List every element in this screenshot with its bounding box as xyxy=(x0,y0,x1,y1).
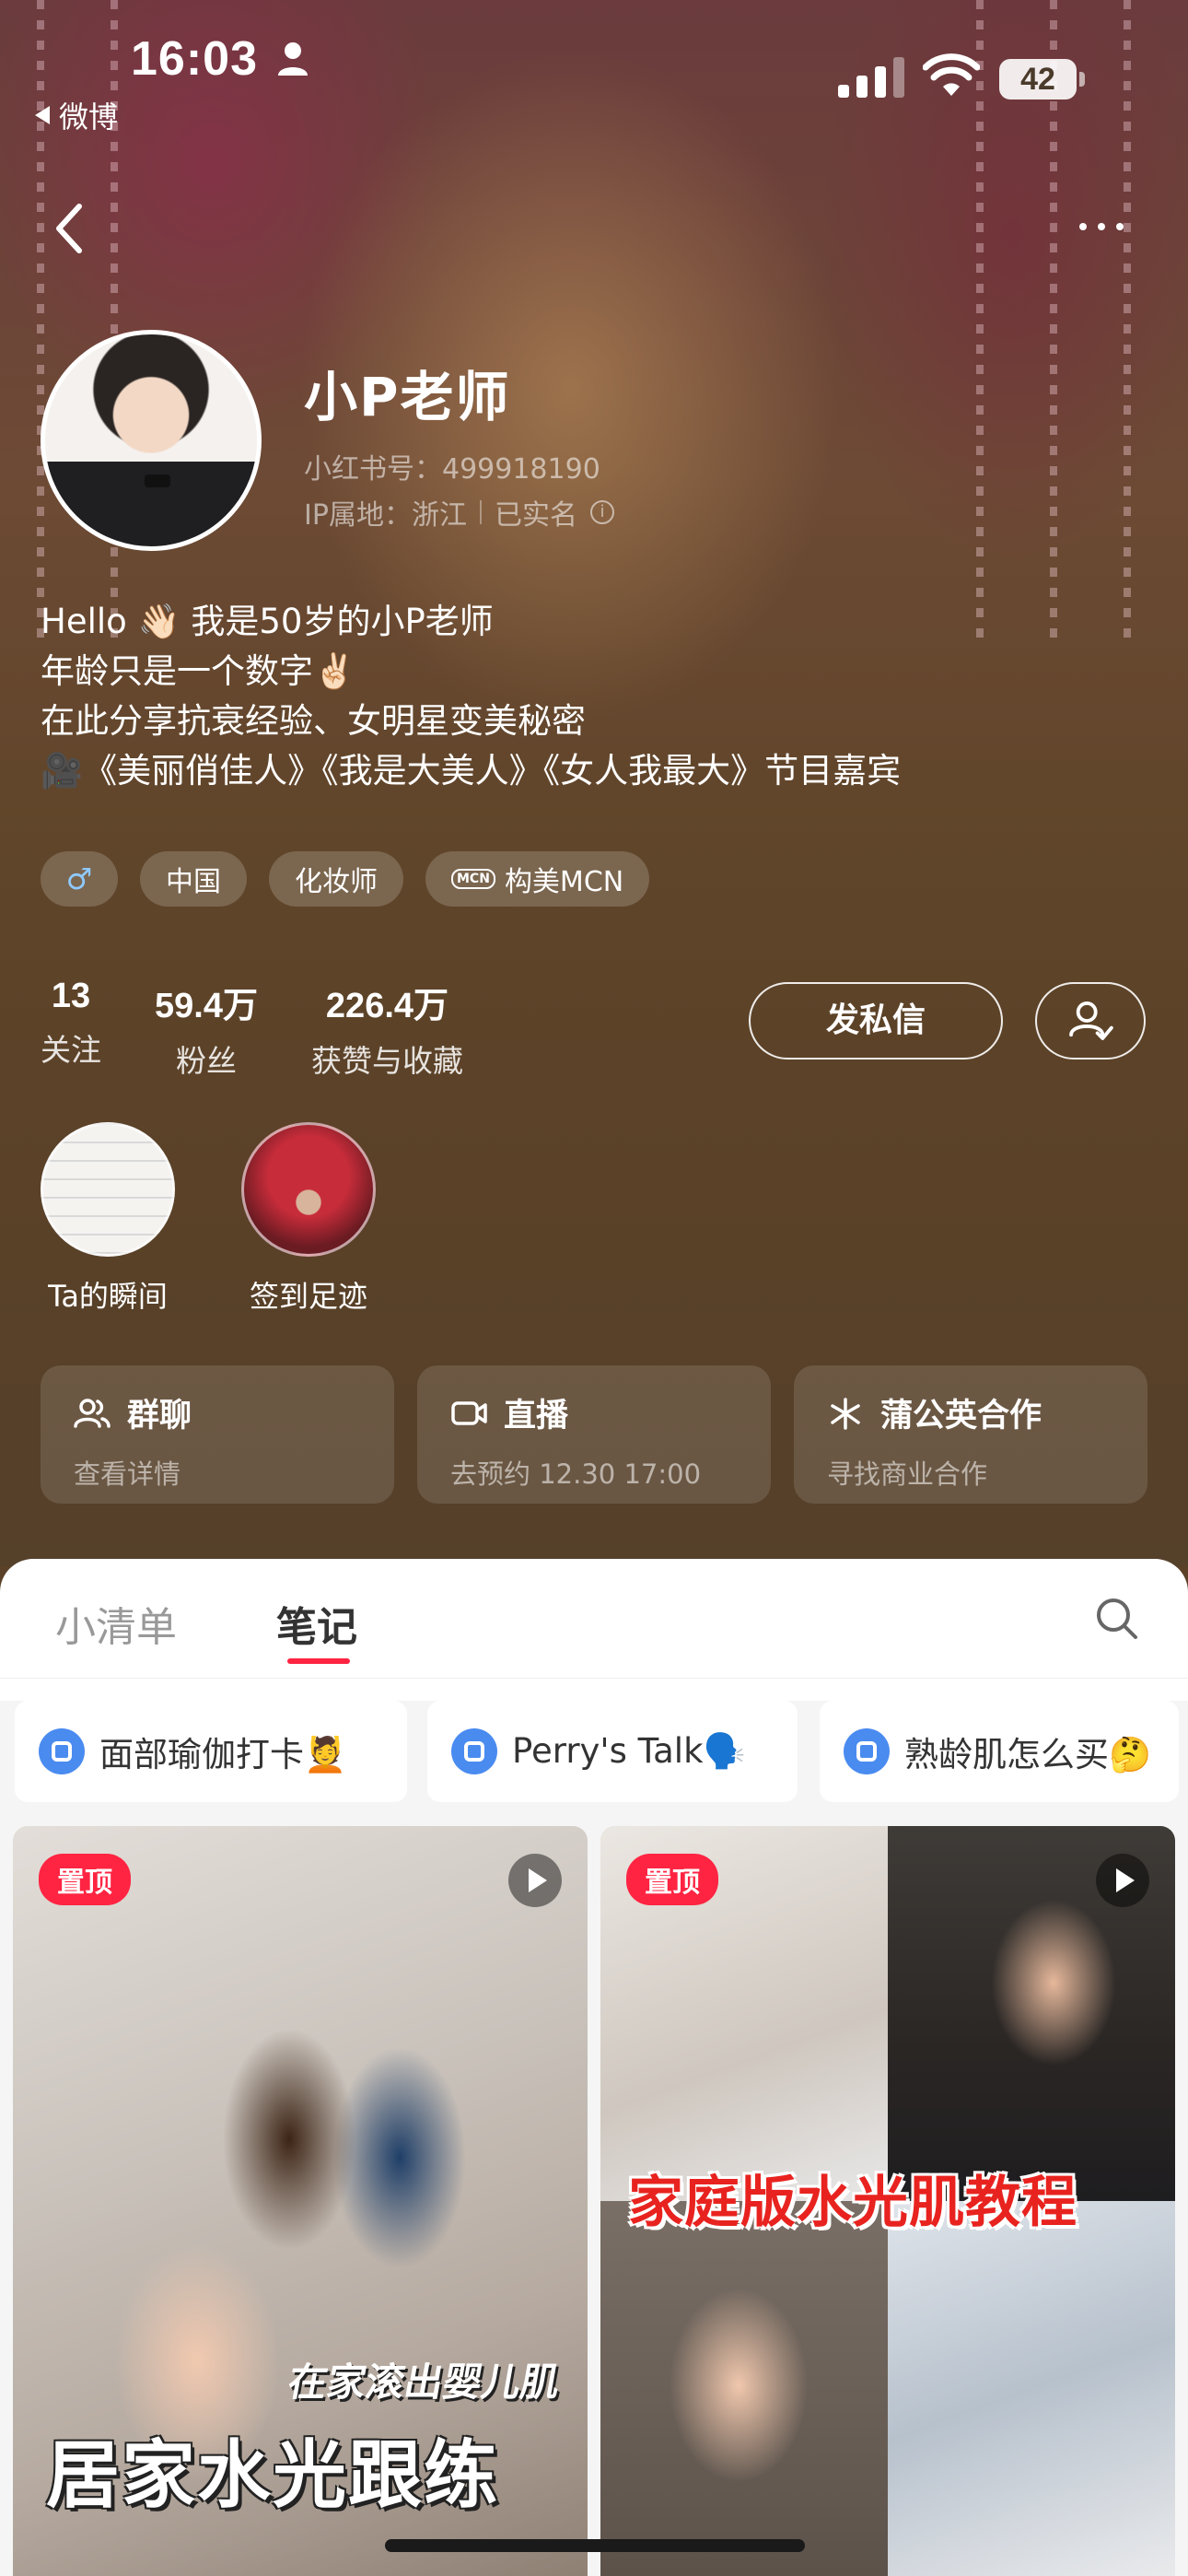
highlight-label: Ta的瞬间 xyxy=(48,1279,168,1314)
collection-icon xyxy=(451,1728,497,1774)
job-tag: 化妆师 xyxy=(269,851,403,907)
gender-tag: ♂ xyxy=(41,851,118,907)
stat-label: 关注 xyxy=(41,1032,101,1068)
collection-icon xyxy=(39,1728,85,1774)
feature-subtitle: 去预约 12.30 17:00 xyxy=(450,1458,702,1490)
bio-line: Hello 👋🏻 我是50岁的小P老师 xyxy=(41,602,494,641)
group-chat-card[interactable]: 群聊 查看详情 xyxy=(41,1365,394,1504)
collections-row: 面部瑜伽打卡💆 Perry's Talk🗣️ 熟龄肌怎么买🤔 xyxy=(0,1701,1188,1821)
dandelion-icon xyxy=(831,1397,860,1430)
user-check-icon xyxy=(1069,1001,1113,1040)
content-tabs: 小清单 笔记 xyxy=(0,1559,1188,1679)
profile-tags: ♂ 中国 化妆师 MCN 构美MCN xyxy=(41,851,650,907)
bio-line: 🎥《美丽俏佳人》《我是大美人》《女人我最大》节目嘉宾 xyxy=(41,751,902,790)
collection-chip[interactable]: 熟龄肌怎么买🤔 xyxy=(820,1701,1179,1802)
bio-line: 年龄只是一个数字✌🏻 xyxy=(41,651,356,691)
back-arrow-icon[interactable] xyxy=(52,201,88,256)
note-cover-subtitle: 在家滚出婴儿肌 xyxy=(285,2359,564,2405)
tab-list[interactable]: 小清单 xyxy=(55,1594,177,1653)
verified-label: 已实名 xyxy=(494,499,577,532)
stat-value: 226.4万 xyxy=(325,987,449,1025)
highlight-moments[interactable]: Ta的瞬间 xyxy=(39,1122,177,1316)
home-indicator[interactable] xyxy=(385,2539,805,2552)
collection-label: 面部瑜伽打卡💆 xyxy=(99,1735,347,1774)
redbook-id: 小红书号：499918190 xyxy=(304,453,600,486)
content-sheet: 小清单 笔记 面部瑜伽打卡💆 Perry's Talk🗣️ 熟龄肌怎么买🤔 置顶… xyxy=(0,1559,1188,2576)
feature-title: 群聊 xyxy=(127,1398,192,1434)
wifi-icon xyxy=(923,53,980,96)
stat-value: 59.4万 xyxy=(155,987,258,1025)
cover-photo xyxy=(888,2201,1175,2576)
followed-user-button[interactable] xyxy=(1035,982,1146,1060)
highlight-thumbnail xyxy=(41,1122,175,1257)
stat-label: 获赞与收藏 xyxy=(310,1043,463,1079)
back-to-app-link[interactable]: 微博 xyxy=(35,94,118,136)
mcn-tag[interactable]: MCN 构美MCN xyxy=(425,851,650,907)
pinned-badge: 置顶 xyxy=(39,1854,131,1905)
feature-subtitle: 查看详情 xyxy=(74,1458,181,1490)
collection-label: Perry's Talk🗣️ xyxy=(512,1731,746,1771)
info-icon[interactable]: i xyxy=(589,500,614,524)
send-message-button[interactable]: 发私信 xyxy=(749,982,1003,1060)
battery-indicator: 42 xyxy=(999,59,1077,100)
status-time: 16:03 xyxy=(131,32,258,86)
search-icon[interactable] xyxy=(1094,1596,1140,1642)
stat-value: 13 xyxy=(51,977,91,1015)
note-card[interactable]: 置顶 家庭版水光肌教程 xyxy=(600,1826,1175,2576)
highlight-label: 签到足迹 xyxy=(249,1279,367,1314)
mcn-badge-icon: MCN xyxy=(451,869,495,889)
ip-location-line: IP属地：浙江 已实名 i xyxy=(304,492,614,533)
collection-chip[interactable]: Perry's Talk🗣️ xyxy=(427,1701,798,1802)
back-triangle-icon xyxy=(35,106,50,124)
feature-title: 蒲公英合作 xyxy=(880,1398,1042,1434)
cover-photo xyxy=(600,2201,888,2576)
stat-likes-collections[interactable]: 226.4万 获赞与收藏 xyxy=(311,977,463,1081)
highlight-thumbnail xyxy=(241,1122,376,1257)
status-bar: 16:03 微博 42 xyxy=(0,0,1188,138)
back-app-label: 微博 xyxy=(59,100,119,135)
ip-location: IP属地：浙江 xyxy=(304,499,467,532)
battery-tip xyxy=(1079,72,1085,87)
cellular-signal-icon xyxy=(838,57,904,98)
avatar[interactable] xyxy=(41,330,262,551)
profile-stats: 13 关注 59.4万 粉丝 226.4万 获赞与收藏 xyxy=(41,977,463,1081)
dandelion-cooperation-card[interactable]: 蒲公英合作 寻找商业合作 xyxy=(794,1365,1147,1504)
highlight-checkin[interactable]: 签到足迹 xyxy=(239,1122,378,1316)
live-card[interactable]: 直播 去预约 12.30 17:00 xyxy=(417,1365,771,1504)
person-icon xyxy=(278,42,308,76)
live-icon xyxy=(451,1400,487,1425)
feature-title: 直播 xyxy=(504,1398,569,1434)
profile-name: 小P老师 xyxy=(304,366,511,428)
pinned-badge: 置顶 xyxy=(626,1854,718,1905)
active-tab-indicator xyxy=(287,1658,350,1664)
bio: Hello 👋🏻 我是50岁的小P老师 年龄只是一个数字✌🏻 在此分享抗衰经验、… xyxy=(41,597,901,796)
divider xyxy=(479,500,482,524)
stat-label: 粉丝 xyxy=(175,1043,237,1079)
note-cover-title: 家庭版水光肌教程 xyxy=(628,2171,1077,2235)
group-icon xyxy=(74,1398,111,1428)
video-play-icon xyxy=(508,1854,562,1907)
note-cover-title: 居家水光跟练 xyxy=(46,2432,499,2518)
tab-notes[interactable]: 笔记 xyxy=(276,1594,357,1653)
note-card[interactable]: 置顶 在家滚出婴儿肌 居家水光跟练 xyxy=(13,1826,588,2576)
country-tag: 中国 xyxy=(140,851,247,907)
collection-label: 熟龄肌怎么买🤔 xyxy=(904,1735,1152,1774)
feature-subtitle: 寻找商业合作 xyxy=(827,1458,988,1490)
stat-following[interactable]: 13 关注 xyxy=(41,977,101,1081)
video-play-icon xyxy=(1096,1854,1149,1907)
more-options-icon[interactable] xyxy=(1079,208,1144,245)
bio-line: 在此分享抗衰经验、女明星变美秘密 xyxy=(41,701,586,741)
stat-followers[interactable]: 59.4万 粉丝 xyxy=(155,977,258,1081)
collection-chip[interactable]: 面部瑜伽打卡💆 xyxy=(15,1701,407,1802)
mcn-tag-label: 构美MCN xyxy=(504,866,624,898)
collection-icon xyxy=(844,1728,890,1774)
